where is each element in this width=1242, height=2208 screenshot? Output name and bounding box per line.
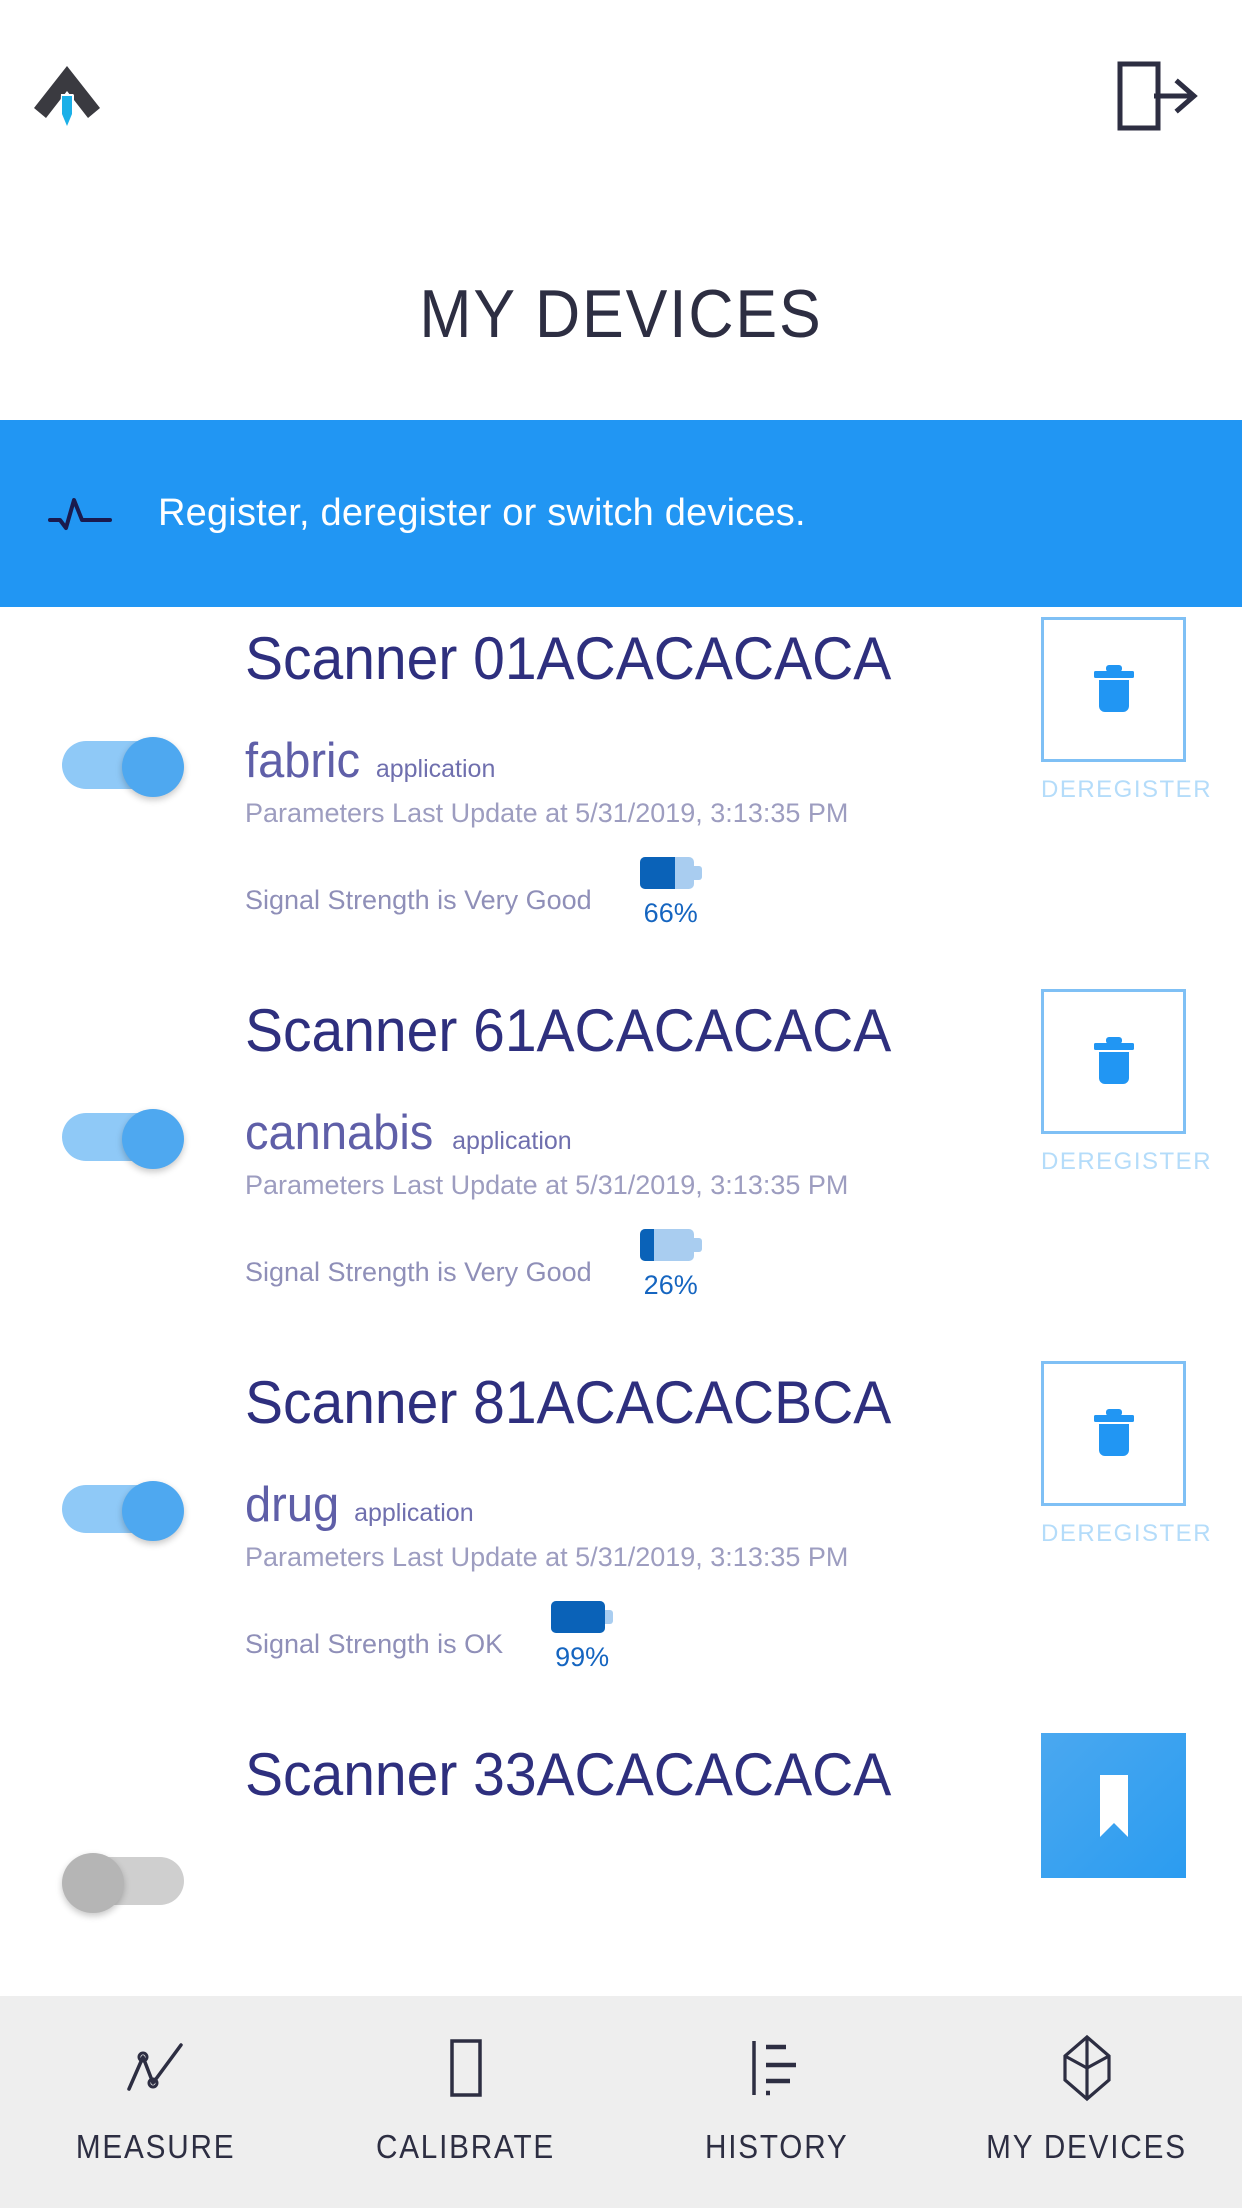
device-toggle[interactable] [62, 737, 184, 797]
device-signal-row: Signal Strength is Very Good 26% [245, 1229, 1015, 1307]
device-parameters-updated: Parameters Last Update at 5/31/2019, 3:1… [245, 1170, 849, 1200]
battery-icon [551, 1601, 614, 1633]
device-name: Scanner 81ACACACBCA [245, 1369, 892, 1436]
device-card[interactable]: Scanner 61ACACACACA cannabis application… [0, 979, 1242, 1351]
device-card[interactable]: Scanner 33ACACACACA [0, 1723, 1242, 1980]
device-name: Scanner 01ACACACACA [245, 625, 892, 692]
battery-shell [639, 1229, 694, 1261]
rectangle-icon [434, 2030, 498, 2106]
battery-percent: 26% [643, 1270, 698, 1300]
deregister-label: DEREGISTER [1041, 1148, 1213, 1175]
info-banner: Register, deregister or switch devices. [0, 420, 1242, 607]
device-battery: 99% [527, 1601, 637, 1673]
deregister-label: DEREGISTER [1041, 776, 1213, 803]
device-name: Scanner 33ACACACACA [245, 1741, 892, 1808]
device-application-label: application [354, 1499, 474, 1527]
battery-percent: 66% [643, 898, 698, 928]
device-name: Scanner 61ACACACACA [245, 997, 892, 1064]
battery-tip [693, 866, 702, 880]
logout-icon[interactable] [1114, 58, 1200, 134]
tab-calibrate-label: CALIBRATE [376, 2128, 556, 2165]
register-button[interactable] [1041, 1733, 1186, 1878]
device-application-label: application [375, 755, 496, 783]
banner-text: Register, deregister or switch devices. [158, 492, 806, 534]
trash-icon [1093, 1408, 1134, 1456]
battery-icon [639, 857, 702, 889]
battery-icon [639, 1229, 702, 1261]
toggle-knob [122, 1481, 184, 1541]
device-action[interactable]: DEREGISTER [1041, 989, 1213, 1176]
device-body: Scanner 33ACACACACA [245, 1723, 1015, 1805]
trash-icon [1093, 1036, 1134, 1084]
device-signal-row: Signal Strength is OK 99% [245, 1601, 1015, 1679]
battery-fill [639, 857, 676, 889]
device-signal-text: Signal Strength is OK [245, 1629, 504, 1659]
tab-history-label: HISTORY [704, 2128, 849, 2165]
device-battery: 66% [616, 857, 726, 929]
measure-line-icon [123, 2030, 187, 2106]
device-parameters-updated: Parameters Last Update at 5/31/2019, 3:1… [245, 798, 849, 828]
battery-shell [639, 857, 694, 889]
battery-percent: 99% [555, 1642, 610, 1672]
battery-tip [693, 1238, 702, 1252]
device-toggle[interactable] [62, 1109, 184, 1169]
device-toggle[interactable] [62, 1853, 184, 1913]
app-logo-icon[interactable] [28, 56, 106, 134]
device-parameters-updated: Parameters Last Update at 5/31/2019, 3:1… [245, 1542, 849, 1572]
bottom-navigation: MEASURE CALIBRATE HISTORY MY DEVICES [0, 1996, 1242, 2208]
device-application-row: fabric application [245, 733, 1015, 789]
top-bar [0, 0, 1242, 160]
battery-fill [639, 1229, 654, 1261]
app-screen: MY DEVICES Register, deregister or switc… [0, 0, 1242, 2208]
battery-tip [605, 1610, 614, 1624]
toggle-knob [122, 737, 184, 797]
device-action[interactable]: DEREGISTER [1041, 617, 1213, 804]
device-body: Scanner 01ACACACACA fabric application P… [245, 607, 1015, 935]
history-list-icon [744, 2030, 808, 2106]
device-application-row: drug application [245, 1477, 1015, 1533]
deregister-button[interactable] [1041, 989, 1186, 1134]
device-application-label: application [452, 1127, 572, 1155]
deregister-button[interactable] [1041, 1361, 1186, 1506]
device-list[interactable]: Scanner 01ACACACACA fabric application P… [0, 607, 1242, 1980]
tab-my-devices-label: MY DEVICES [986, 2128, 1188, 2165]
trash-icon [1093, 664, 1134, 712]
cube-icon [1055, 2030, 1119, 2106]
tab-measure[interactable]: MEASURE [0, 1996, 311, 2208]
toggle-knob [122, 1109, 184, 1169]
tab-my-devices[interactable]: MY DEVICES [932, 1996, 1242, 2208]
device-action[interactable] [1041, 1733, 1186, 1892]
tab-calibrate[interactable]: CALIBRATE [311, 1996, 622, 2208]
device-body: Scanner 81ACACACBCA drug application Par… [245, 1351, 1015, 1679]
device-application-name: fabric [245, 734, 361, 788]
bookmark-icon [1099, 1774, 1128, 1837]
deregister-button[interactable] [1041, 617, 1186, 762]
device-signal-text: Signal Strength is Very Good [245, 885, 592, 915]
device-signal-text: Signal Strength is Very Good [245, 1257, 592, 1287]
device-application-row: cannabis application [245, 1105, 1015, 1161]
page-title: MY DEVICES [419, 276, 823, 352]
device-body: Scanner 61ACACACACA cannabis application… [245, 979, 1015, 1307]
device-card[interactable]: Scanner 01ACACACACA fabric application P… [0, 607, 1242, 979]
battery-fill [551, 1601, 605, 1633]
device-application-name: drug [245, 1478, 340, 1532]
device-battery: 26% [616, 1229, 726, 1301]
device-signal-row: Signal Strength is Very Good 66% [245, 857, 1015, 935]
tab-measure-label: MEASURE [75, 2128, 235, 2165]
device-toggle[interactable] [62, 1481, 184, 1541]
tab-history[interactable]: HISTORY [621, 1996, 932, 2208]
deregister-label: DEREGISTER [1041, 1520, 1213, 1547]
toggle-knob [62, 1853, 124, 1913]
device-application-name: cannabis [245, 1106, 434, 1160]
battery-shell [551, 1601, 606, 1633]
device-action[interactable]: DEREGISTER [1041, 1361, 1213, 1548]
device-card[interactable]: Scanner 81ACACACBCA drug application Par… [0, 1351, 1242, 1723]
waveform-icon [48, 490, 112, 538]
